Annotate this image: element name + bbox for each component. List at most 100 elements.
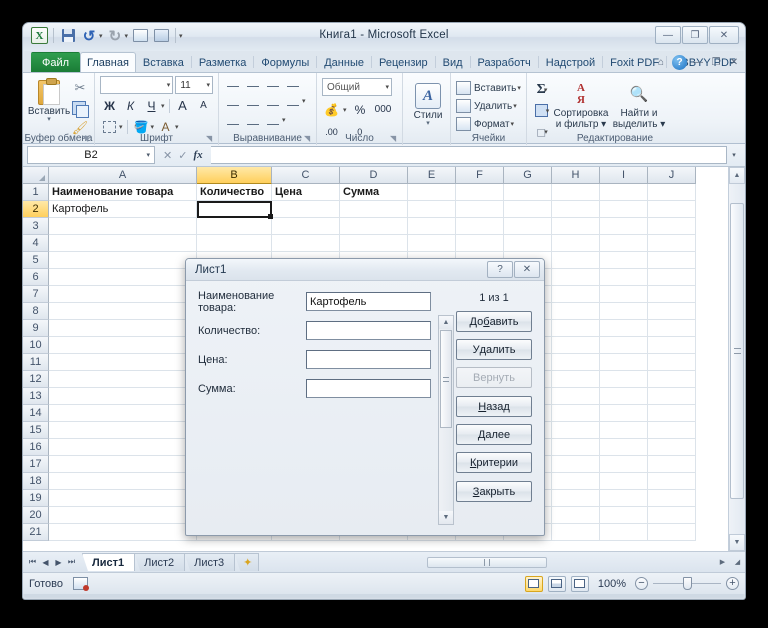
row-header-2[interactable]: 2 xyxy=(23,201,49,218)
cell-A5[interactable] xyxy=(49,252,197,269)
tab-addins[interactable]: Надстрой xyxy=(539,52,602,72)
cell-J20[interactable] xyxy=(648,507,696,524)
cell-J14[interactable] xyxy=(648,405,696,422)
increase-indent-icon[interactable] xyxy=(244,116,261,132)
cell-I11[interactable] xyxy=(600,354,648,371)
chevron-down-icon[interactable]: ▾ xyxy=(282,116,286,132)
horizontal-scrollbar[interactable] xyxy=(258,557,715,568)
cell-I14[interactable] xyxy=(600,405,648,422)
copy-icon[interactable]: ▾ xyxy=(70,98,90,117)
record-macro-icon[interactable] xyxy=(73,577,88,590)
chevron-down-icon[interactable]: ▾ xyxy=(302,97,306,113)
cell-D4[interactable] xyxy=(340,235,408,252)
row-header-5[interactable]: 5 xyxy=(23,252,49,269)
field-input-name[interactable]: Картофель xyxy=(306,292,431,311)
field-input-quantity[interactable] xyxy=(306,321,431,340)
chevron-down-icon[interactable]: ▾ xyxy=(47,117,51,123)
insert-function-icon[interactable]: fx xyxy=(193,149,202,161)
currency-icon[interactable]: 💰 xyxy=(322,100,341,119)
horizontal-scroll-thumb[interactable] xyxy=(427,557,547,568)
dialog-scroll-thumb[interactable] xyxy=(440,330,452,428)
cell-A7[interactable] xyxy=(49,286,197,303)
cell-I12[interactable] xyxy=(600,371,648,388)
cell-E1[interactable] xyxy=(408,184,456,201)
cell-H6[interactable] xyxy=(552,269,600,286)
cell-H10[interactable] xyxy=(552,337,600,354)
cell-J7[interactable] xyxy=(648,286,696,303)
cell-H12[interactable] xyxy=(552,371,600,388)
cell-I16[interactable] xyxy=(600,439,648,456)
cell-J10[interactable] xyxy=(648,337,696,354)
font-size-input[interactable]: 11 ▾ xyxy=(175,76,213,94)
shrink-font-button[interactable]: A xyxy=(194,96,213,115)
row-header-15[interactable]: 15 xyxy=(23,422,49,439)
cell-J19[interactable] xyxy=(648,490,696,507)
dialog-help-button[interactable]: ? xyxy=(487,261,513,278)
column-header-a[interactable]: A xyxy=(49,167,197,184)
field-input-total[interactable] xyxy=(306,379,431,398)
cell-B3[interactable] xyxy=(197,218,272,235)
cell-H17[interactable] xyxy=(552,456,600,473)
cell-A9[interactable] xyxy=(49,320,197,337)
chevron-down-icon[interactable]: ▾ xyxy=(119,123,123,131)
close-button[interactable]: ✕ xyxy=(709,26,739,44)
row-header-12[interactable]: 12 xyxy=(23,371,49,388)
row-header-19[interactable]: 19 xyxy=(23,490,49,507)
sort-filter-button[interactable]: AЯ Сортировка и фильтр ▾ xyxy=(552,78,610,141)
add-record-button[interactable]: Добавить xyxy=(456,311,532,332)
prev-sheet-icon[interactable]: ◀ xyxy=(40,555,51,569)
chevron-down-icon[interactable]: ▾ xyxy=(511,120,515,128)
tab-page-layout[interactable]: Разметка xyxy=(192,52,254,72)
align-middle-icon[interactable] xyxy=(244,78,261,94)
cell-H5[interactable] xyxy=(552,252,600,269)
tab-formulas[interactable]: Формулы xyxy=(254,52,316,72)
first-sheet-icon[interactable]: ⏮ xyxy=(27,555,38,569)
close-dialog-button[interactable]: Закрыть xyxy=(456,481,532,502)
row-header-7[interactable]: 7 xyxy=(23,286,49,303)
cell-J9[interactable] xyxy=(648,320,696,337)
minimize-ribbon-icon[interactable]: — xyxy=(691,56,705,70)
row-header-18[interactable]: 18 xyxy=(23,473,49,490)
find-select-button[interactable]: 🔍 Найти и выделить ▾ xyxy=(610,78,668,141)
scroll-right-button[interactable]: ▶ xyxy=(715,555,730,569)
cell-I9[interactable] xyxy=(600,320,648,337)
chevron-down-icon[interactable]: ▾ xyxy=(206,81,210,89)
row-header-14[interactable]: 14 xyxy=(23,405,49,422)
row-header-13[interactable]: 13 xyxy=(23,388,49,405)
merge-cells-icon[interactable] xyxy=(284,97,301,113)
vertical-scroll-thumb[interactable] xyxy=(730,203,744,499)
chevron-down-icon[interactable]: ▾ xyxy=(513,102,517,110)
cell-A11[interactable] xyxy=(49,354,197,371)
cancel-formula-icon[interactable]: ✕ xyxy=(163,149,172,162)
row-header-20[interactable]: 20 xyxy=(23,507,49,524)
restore-button[interactable]: ❐ xyxy=(682,26,708,44)
comma-style-button[interactable]: 000 xyxy=(374,100,393,119)
cell-B4[interactable] xyxy=(197,235,272,252)
criteria-button[interactable]: Критерии xyxy=(456,452,532,473)
cell-A19[interactable] xyxy=(49,490,197,507)
row-header-11[interactable]: 11 xyxy=(23,354,49,371)
cell-I2[interactable] xyxy=(600,201,648,218)
cell-A21[interactable] xyxy=(49,524,197,541)
number-dialog-launcher[interactable]: ◥ xyxy=(390,134,399,143)
clipboard-dialog-launcher[interactable]: ◥ xyxy=(82,134,91,143)
row-header-1[interactable]: 1 xyxy=(23,184,49,201)
cell-E2[interactable] xyxy=(408,201,456,218)
cell-F2[interactable] xyxy=(456,201,504,218)
dialog-scroll-down-button[interactable]: ▼ xyxy=(439,511,453,524)
row-header-9[interactable]: 9 xyxy=(23,320,49,337)
page-break-view-button[interactable] xyxy=(571,576,589,592)
row-header-17[interactable]: 17 xyxy=(23,456,49,473)
cell-J4[interactable] xyxy=(648,235,696,252)
cell-H8[interactable] xyxy=(552,303,600,320)
cell-I18[interactable] xyxy=(600,473,648,490)
cloud-icon[interactable]: ⌂ xyxy=(654,56,668,70)
cell-F3[interactable] xyxy=(456,218,504,235)
column-header-i[interactable]: I xyxy=(600,167,648,184)
cell-J2[interactable] xyxy=(648,201,696,218)
chevron-down-icon[interactable]: ▾ xyxy=(175,123,179,131)
cell-A18[interactable] xyxy=(49,473,197,490)
cell-H1[interactable] xyxy=(552,184,600,201)
row-header-10[interactable]: 10 xyxy=(23,337,49,354)
italic-button[interactable]: К xyxy=(121,96,140,115)
